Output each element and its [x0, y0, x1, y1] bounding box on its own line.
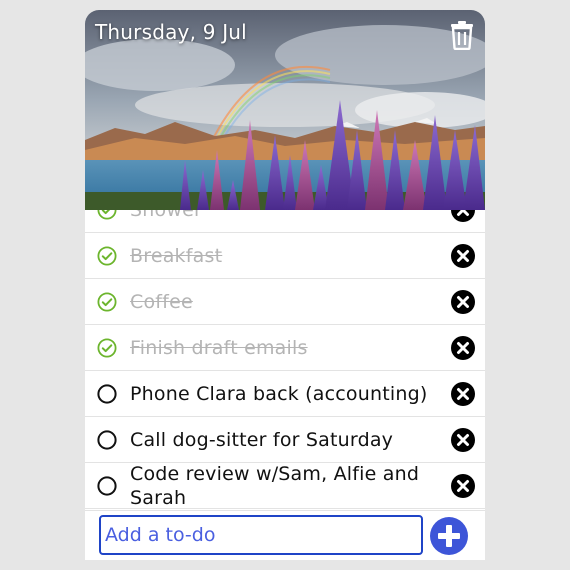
todo-text: Coffee: [130, 290, 193, 313]
todo-item[interactable]: Code review w/Sam, Alfie and Sarah: [85, 463, 485, 509]
delete-circle-icon[interactable]: [451, 243, 475, 268]
todo-app: Thursday, 9 Jul Shower Breakfast Coffee Fin…: [85, 10, 485, 560]
checked-circle-icon[interactable]: [97, 337, 117, 358]
todo-text: Code review w/Sam, Alfie and Sarah: [130, 462, 420, 509]
todo-item[interactable]: Coffee: [85, 279, 485, 325]
delete-circle-icon[interactable]: [451, 335, 475, 360]
plus-circle-icon[interactable]: [430, 517, 468, 555]
unchecked-circle-icon[interactable]: [97, 429, 117, 450]
trash-icon[interactable]: [449, 20, 475, 50]
todo-text: Phone Clara back (accounting): [130, 382, 428, 405]
todo-item[interactable]: Call dog-sitter for Saturday: [85, 417, 485, 463]
add-todo-input[interactable]: [99, 515, 423, 555]
date-title: Thursday, 9 Jul: [95, 20, 247, 44]
todo-item[interactable]: Phone Clara back (accounting): [85, 371, 485, 417]
todo-item[interactable]: Breakfast: [85, 233, 485, 279]
todo-item[interactable]: Finish draft emails: [85, 325, 485, 371]
todo-text: Call dog-sitter for Saturday: [130, 428, 394, 451]
delete-circle-icon[interactable]: [451, 427, 475, 452]
delete-circle-icon[interactable]: [451, 210, 475, 222]
checked-circle-icon[interactable]: [97, 291, 117, 312]
todo-list[interactable]: Shower Breakfast Coffee Finish draft emails…: [85, 210, 485, 510]
todo-item[interactable]: Shower: [85, 210, 485, 233]
todo-text: Shower: [130, 210, 445, 222]
todo-text: Finish draft emails: [130, 336, 308, 359]
checked-circle-icon[interactable]: [97, 245, 117, 266]
delete-circle-icon[interactable]: [451, 289, 475, 314]
delete-circle-icon[interactable]: [451, 473, 475, 498]
checked-circle-icon[interactable]: [97, 210, 117, 220]
delete-circle-icon[interactable]: [451, 381, 475, 406]
unchecked-circle-icon[interactable]: [97, 475, 117, 496]
unchecked-circle-icon[interactable]: [97, 383, 117, 404]
todo-text: Breakfast: [130, 244, 223, 267]
header-photo: Thursday, 9 Jul: [85, 10, 485, 210]
add-todo-bar: [85, 510, 485, 560]
